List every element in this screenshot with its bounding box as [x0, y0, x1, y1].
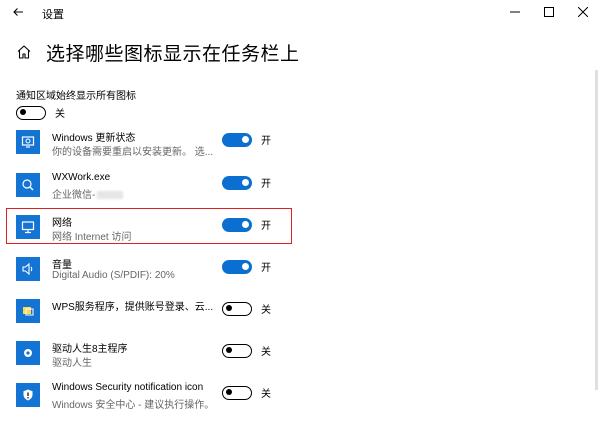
item-name: Windows Security notification icon	[52, 382, 204, 393]
item-switch: 关	[222, 385, 271, 400]
driver-icon	[16, 341, 40, 365]
item-switch: 开	[222, 175, 271, 190]
item-toggle[interactable]	[222, 217, 252, 232]
list-item-driver: 驱动人生8主程序 驱动人生 关	[16, 341, 296, 375]
wps-icon	[16, 299, 40, 323]
master-toggle-label: 通知区域始终显示所有图标	[16, 91, 136, 102]
minimize-button[interactable]	[498, 0, 532, 24]
item-toggle[interactable]	[222, 343, 252, 358]
item-name: WPS服务程序，提供账号登录、云...	[52, 302, 214, 313]
close-button[interactable]	[566, 0, 600, 24]
item-toggle-state: 开	[261, 136, 271, 147]
item-switch: 开	[222, 259, 271, 274]
maximize-button[interactable]	[532, 0, 566, 24]
item-name: 音量	[52, 260, 72, 271]
item-name: 网络	[52, 218, 72, 229]
list-item-wxwork: WXWork.exe 企业微信- 开	[16, 172, 296, 207]
item-switch: 开	[222, 132, 271, 147]
item-switch: 开	[222, 217, 271, 232]
list-item-network: 网络 网络 Internet 访问 开	[16, 215, 296, 249]
close-icon	[578, 7, 588, 17]
item-description: Windows 安全中心 - 建议执行操作。	[52, 400, 215, 411]
list-item-windows-update: Windows 更新状态 你的设备需要重启以安装更新。 选... 开	[16, 130, 296, 164]
home-icon[interactable]	[16, 44, 32, 60]
item-toggle[interactable]	[222, 259, 252, 274]
wxwork-icon	[16, 173, 40, 197]
item-toggle[interactable]	[222, 175, 252, 190]
item-toggle-state: 开	[261, 179, 271, 190]
update-icon	[16, 130, 40, 154]
item-description: Digital Audio (S/PDIF): 20%	[52, 270, 175, 281]
item-name: 驱动人生8主程序	[52, 344, 128, 355]
item-toggle-state: 关	[261, 389, 271, 400]
item-toggle[interactable]	[222, 301, 252, 316]
page-title: 选择哪些图标显示在任务栏上	[46, 43, 300, 65]
item-toggle[interactable]	[222, 132, 252, 147]
minimize-icon	[510, 11, 520, 13]
back-button[interactable]	[8, 2, 28, 22]
item-description: 你的设备需要重启以安装更新。 选...	[52, 147, 214, 158]
item-description: 网络 Internet 访问	[52, 232, 132, 243]
item-toggle[interactable]	[222, 385, 252, 400]
maximize-icon	[544, 7, 554, 17]
master-toggle-row: 关	[16, 105, 65, 120]
item-toggle-state: 开	[261, 221, 271, 232]
volume-icon	[16, 257, 40, 281]
redacted-text	[97, 191, 124, 200]
item-description: 企业微信-	[52, 186, 124, 201]
item-description: 驱动人生	[52, 358, 92, 369]
scrollbar[interactable]	[595, 70, 598, 390]
window-controls	[498, 0, 600, 24]
page-header: 选择哪些图标显示在任务栏上	[16, 40, 300, 65]
network-icon	[16, 215, 40, 239]
item-toggle-state: 开	[261, 263, 271, 274]
window-title: 设置	[42, 9, 64, 21]
title-bar: 设置	[0, 0, 600, 24]
item-toggle-state: 关	[261, 305, 271, 316]
item-switch: 关	[222, 301, 271, 316]
item-toggle-state: 关	[261, 347, 271, 358]
list-item-windows-security: Windows Security notification icon Windo…	[16, 382, 296, 417]
list-item-wps: WPS服务程序，提供账号登录、云... 关	[16, 299, 296, 333]
master-toggle-state: 关	[55, 109, 65, 120]
back-arrow-icon	[13, 8, 23, 16]
security-icon	[16, 383, 40, 407]
master-toggle[interactable]	[16, 105, 46, 120]
item-name: WXWork.exe	[52, 172, 111, 183]
item-switch: 关	[222, 343, 271, 358]
item-name: Windows 更新状态	[52, 133, 136, 144]
list-item-volume: 音量 Digital Audio (S/PDIF): 20% 开	[16, 257, 296, 291]
